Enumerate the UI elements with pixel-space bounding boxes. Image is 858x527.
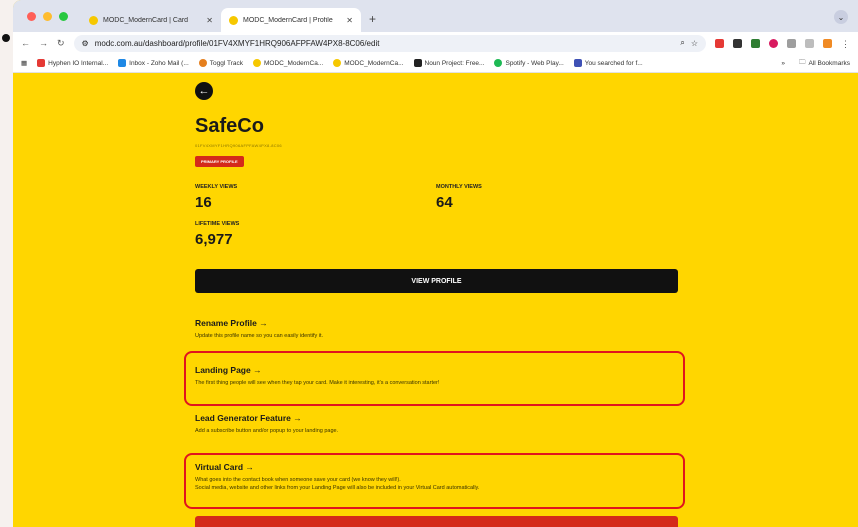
lifetime-views-label: LIFETIME VIEWS bbox=[195, 221, 240, 227]
bookmark-favicon-icon bbox=[118, 59, 127, 67]
bookmark-favicon-icon bbox=[333, 59, 342, 67]
section-title[interactable]: Lead Generator Feature → bbox=[195, 413, 678, 423]
tab-title: MODC_ModernCard | Card bbox=[103, 16, 189, 24]
close-tab-icon[interactable]: ✕ bbox=[346, 16, 353, 25]
bookmark-star-icon[interactable]: ☆ bbox=[691, 39, 698, 48]
section-description: Add a subscribe button and/or popup to y… bbox=[195, 428, 339, 434]
page-content: ← SafeCo 01FV4XMYF1HRQ906AFPFAW4PX8-8C06… bbox=[13, 73, 858, 527]
section-title[interactable]: Landing Page → bbox=[195, 365, 678, 375]
modc-favicon-icon bbox=[89, 15, 98, 25]
kebab-menu-icon[interactable]: ⋮ bbox=[841, 39, 850, 49]
cursor-dot bbox=[2, 34, 10, 42]
virtual-card-section[interactable]: Virtual Card → What goes into the contac… bbox=[195, 462, 678, 493]
bookmark-favicon-icon bbox=[573, 59, 582, 67]
bookmark-favicon-icon bbox=[253, 59, 261, 67]
bookmarks-bar: ▦ Hyphen IO Internal... Inbox - Zoho Mai… bbox=[13, 54, 858, 73]
bookmark-item[interactable]: Noun Project: Free... bbox=[413, 59, 484, 67]
tab-card[interactable]: MODC_ModernCard | Card ✕ bbox=[81, 8, 221, 32]
tab-title: MODC_ModernCard | Profile bbox=[243, 16, 333, 24]
red-action-button[interactable] bbox=[195, 516, 678, 527]
section-description: What goes into the contact book when som… bbox=[195, 476, 678, 493]
lifetime-views-value: 6,977 bbox=[195, 231, 233, 248]
bookmark-item[interactable]: Inbox - Zoho Mail (... bbox=[118, 59, 189, 67]
extension-icon[interactable] bbox=[733, 38, 742, 48]
reload-icon[interactable]: ↻ bbox=[57, 38, 65, 49]
extension-icon[interactable] bbox=[769, 38, 778, 48]
new-tab-icon[interactable]: + bbox=[369, 12, 376, 26]
bookmark-favicon-icon bbox=[413, 59, 422, 67]
modc-favicon-icon bbox=[229, 15, 238, 25]
url-text[interactable]: modc.com.au/dashboard/profile/01FV4XMYF1… bbox=[95, 39, 675, 48]
section-description: Update this profile name so you can easi… bbox=[195, 333, 324, 339]
section-title[interactable]: Rename Profile → bbox=[195, 318, 678, 328]
extension-icon[interactable] bbox=[751, 38, 760, 48]
monthly-views-value: 64 bbox=[436, 194, 453, 211]
tab-search-icon[interactable]: ⌄ bbox=[834, 10, 848, 24]
bookmark-favicon-icon bbox=[494, 59, 503, 67]
profile-name: SafeCo bbox=[195, 115, 264, 137]
back-button[interactable]: ← bbox=[195, 82, 213, 100]
bookmark-favicon-icon bbox=[198, 59, 207, 67]
bookmark-item[interactable]: MODC_ModernCa... bbox=[253, 59, 323, 67]
site-settings-icon[interactable]: ⚙ bbox=[82, 39, 89, 48]
zoom-icon[interactable]: ⌕ bbox=[680, 38, 684, 48]
bookmark-item[interactable]: You searched for f... bbox=[573, 59, 643, 67]
extensions-area: ⋮ bbox=[715, 38, 850, 49]
more-bookmarks-button[interactable]: » bbox=[781, 60, 785, 67]
bookmark-item[interactable]: Hyphen IO Internal... bbox=[37, 59, 108, 67]
window-controls bbox=[27, 12, 68, 21]
section-description-line: What goes into the contact book when som… bbox=[195, 477, 401, 483]
maximize-window-button[interactable] bbox=[59, 12, 68, 21]
section-description-line: Social media, website and other links fr… bbox=[195, 485, 480, 492]
back-arrow-icon: ← bbox=[198, 85, 210, 97]
profile-avatar-icon[interactable] bbox=[823, 38, 832, 48]
bookmark-favicon-icon bbox=[37, 59, 46, 67]
tab-profile[interactable]: MODC_ModernCard | Profile ✕ bbox=[221, 8, 361, 32]
primary-profile-badge: PRIMARY PROFILE bbox=[195, 156, 244, 167]
address-toolbar: ← → ↻ ⚙ modc.com.au/dashboard/profile/01… bbox=[13, 32, 858, 54]
folder-icon: 🗀 bbox=[798, 58, 806, 66]
lead-generator-section[interactable]: Lead Generator Feature → Add a subscribe… bbox=[195, 413, 678, 435]
bookmark-item[interactable]: Toggl Track bbox=[198, 59, 243, 67]
rename-profile-section[interactable]: Rename Profile → Update this profile nam… bbox=[195, 318, 678, 340]
minimize-window-button[interactable] bbox=[43, 12, 52, 21]
close-window-button[interactable] bbox=[27, 12, 36, 21]
view-profile-button[interactable]: VIEW PROFILE bbox=[195, 269, 678, 293]
weekly-views-value: 16 bbox=[195, 194, 212, 211]
address-bar[interactable]: ⚙ modc.com.au/dashboard/profile/01FV4XMY… bbox=[73, 34, 706, 52]
reading-list-icon[interactable] bbox=[805, 38, 814, 48]
apps-grid-icon[interactable]: ▦ bbox=[21, 59, 27, 67]
profile-id: 01FV4XMYF1HRQ906AFPFAW4PX8-8C06 bbox=[195, 143, 282, 148]
puzzle-icon[interactable] bbox=[787, 38, 796, 48]
close-tab-icon[interactable]: ✕ bbox=[206, 16, 213, 25]
browser-window: MODC_ModernCard | Card ✕ MODC_ModernCard… bbox=[13, 0, 858, 527]
section-title[interactable]: Virtual Card → bbox=[195, 462, 678, 472]
forward-arrow-icon[interactable]: → bbox=[39, 38, 48, 48]
section-description: The first thing people will see when the… bbox=[195, 380, 440, 386]
extension-icon[interactable] bbox=[715, 38, 724, 48]
monthly-views-label: MONTHLY VIEWS bbox=[436, 184, 482, 190]
landing-page-section[interactable]: Landing Page → The first thing people wi… bbox=[195, 365, 678, 387]
bookmark-item[interactable]: Spotify - Web Play... bbox=[494, 59, 564, 67]
all-bookmarks-button[interactable]: 🗀 All Bookmarks bbox=[799, 58, 850, 69]
bookmark-item[interactable]: MODC_ModernCa... bbox=[333, 59, 404, 67]
back-arrow-icon[interactable]: ← bbox=[21, 38, 30, 48]
weekly-views-label: WEEKLY VIEWS bbox=[195, 184, 238, 190]
tab-strip: MODC_ModernCard | Card ✕ MODC_ModernCard… bbox=[13, 0, 858, 32]
